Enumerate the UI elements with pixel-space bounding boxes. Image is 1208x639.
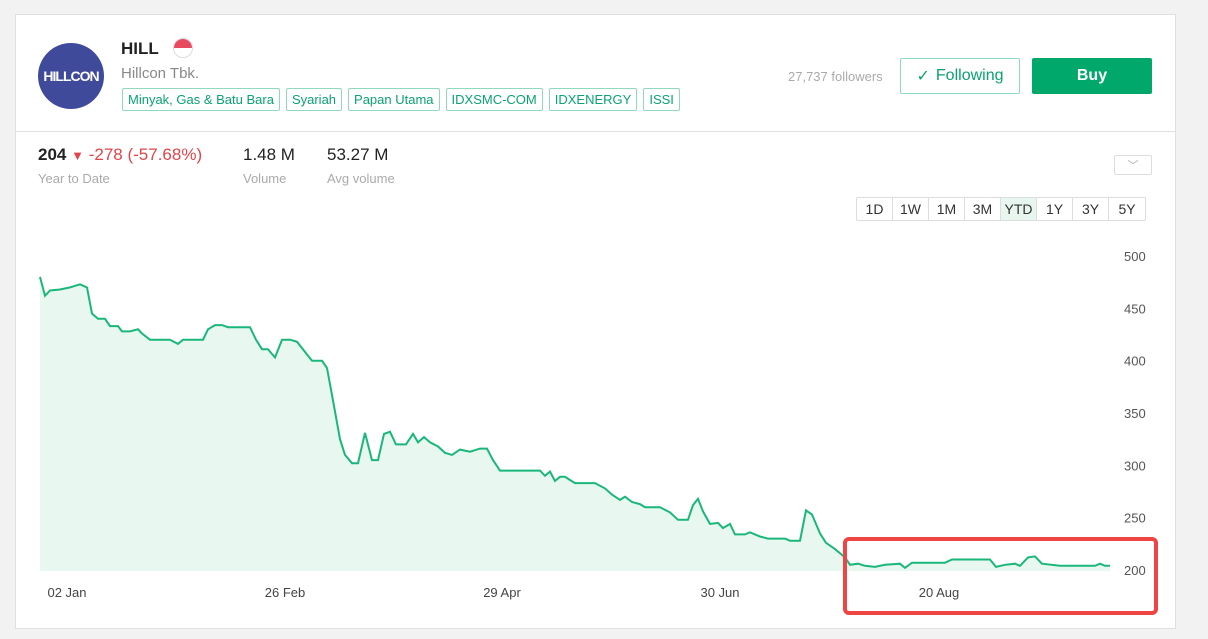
- x-tick-label: 02 Jan: [47, 585, 86, 600]
- y-tick-label: 500: [1124, 249, 1146, 264]
- x-tick-label: 30 Jun: [700, 585, 739, 600]
- y-tick-label: 450: [1124, 301, 1146, 316]
- x-tick-label: 29 Apr: [483, 585, 521, 600]
- y-tick-label: 250: [1124, 511, 1146, 526]
- x-tick-label: 26 Feb: [265, 585, 305, 600]
- highlight-box: [843, 537, 1158, 615]
- y-tick-label: 300: [1124, 458, 1146, 473]
- price-area: [40, 276, 1110, 571]
- y-tick-label: 400: [1124, 354, 1146, 369]
- y-tick-label: 350: [1124, 406, 1146, 421]
